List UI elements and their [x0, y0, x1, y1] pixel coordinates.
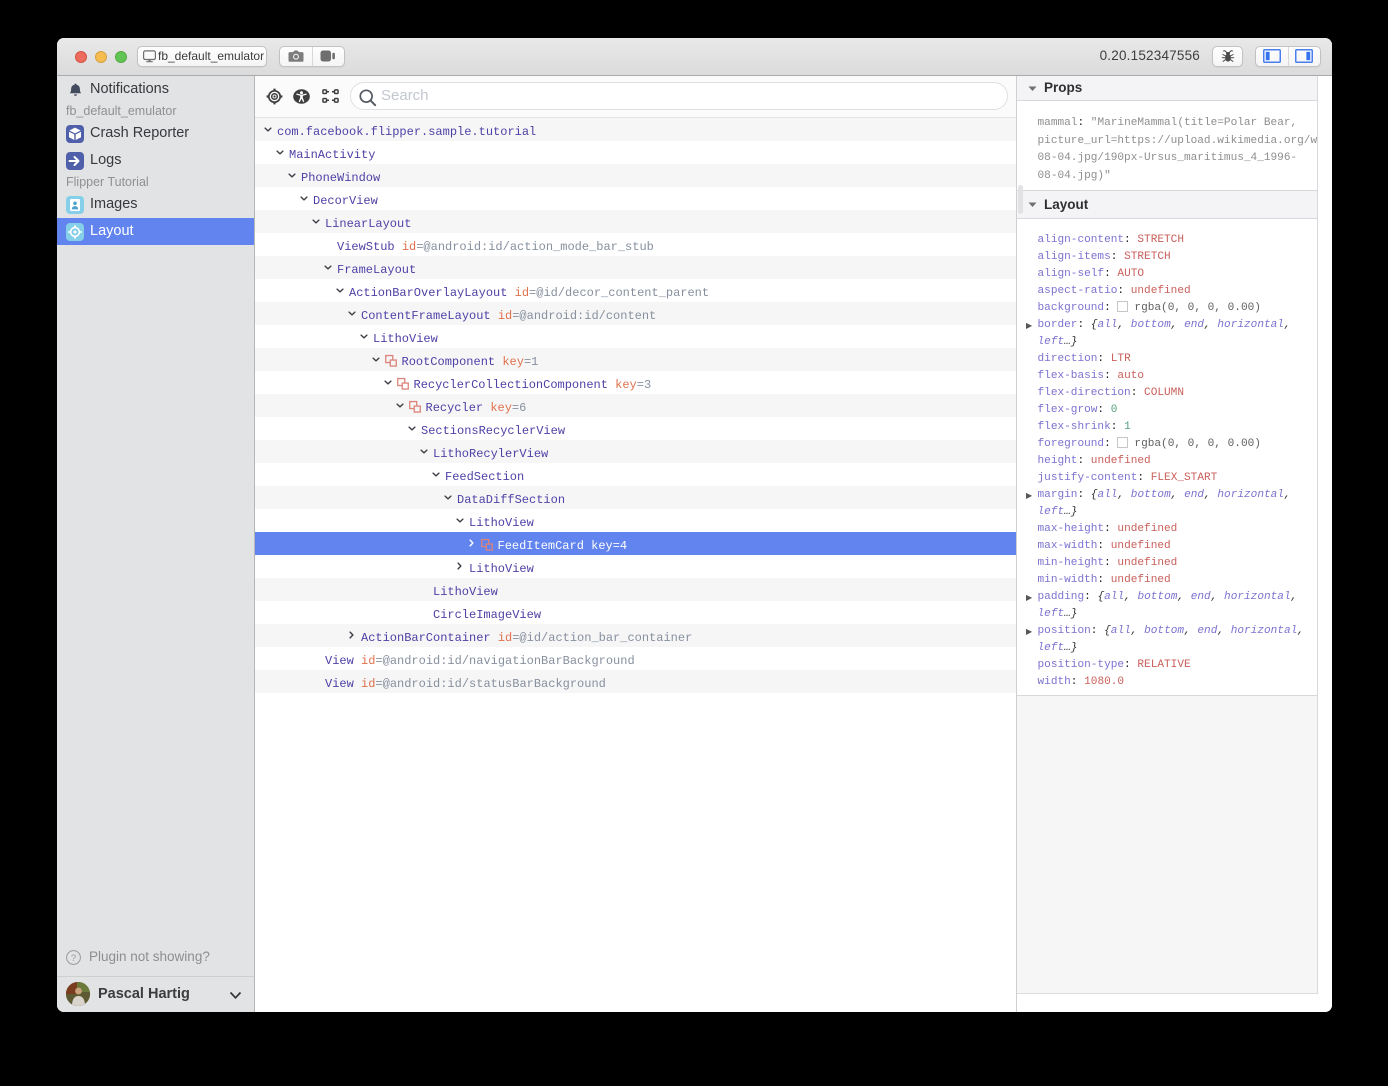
svg-text:?: ? [71, 953, 76, 964]
